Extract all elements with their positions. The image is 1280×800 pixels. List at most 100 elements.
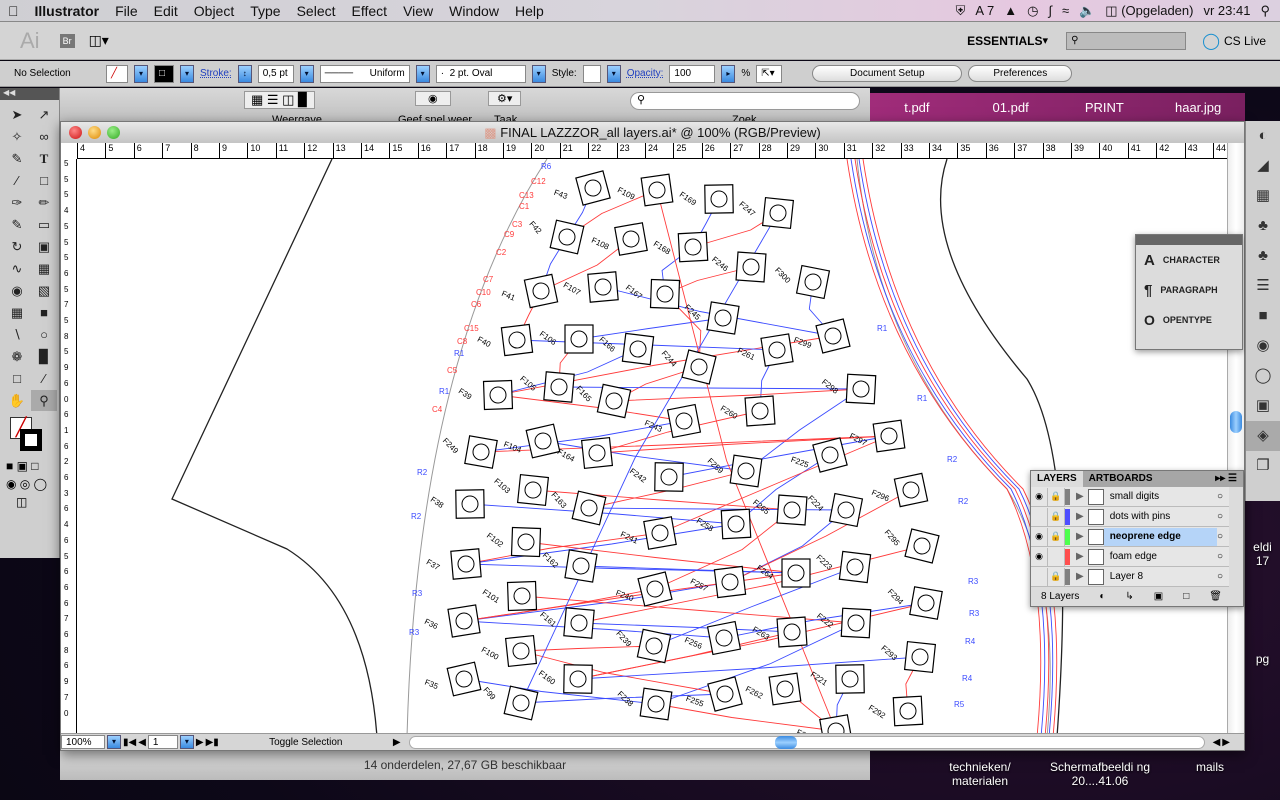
lock-toggle[interactable]: 🔒 [1048,487,1065,506]
style-dropdown[interactable]: ▾ [606,64,621,83]
status-menu-arrow[interactable]: ▶ [393,737,401,748]
locate-object-icon[interactable]: ◐ [1099,591,1105,602]
tab-print[interactable]: PRINT [1058,100,1152,115]
tab-haar[interactable]: haar.jpg [1151,100,1245,115]
finder-search-input[interactable]: ⚲ [630,92,860,110]
tab-layers[interactable]: LAYERS [1031,471,1083,487]
stroke-panel-icon[interactable]: ☰ [1246,271,1280,301]
fill-dropdown[interactable]: ▾ [134,64,148,83]
fill-stroke-swatches[interactable]: ╱ [6,415,53,459]
symbol-sprayer-tool-icon[interactable]: ❁ [4,346,30,367]
expand-arrow-icon[interactable]: ▶ [1076,531,1084,542]
mesh-tool-icon[interactable]: ▦ [4,302,30,323]
column-graph-tool-icon[interactable]: ▉ [31,346,57,367]
fill-swatch[interactable]: ╱ [106,64,128,83]
target-icon[interactable]: ○ [1217,571,1223,582]
tab-01pdf[interactable]: 01.pdf [964,100,1058,115]
menu-select[interactable]: Select [289,3,344,19]
menu-object[interactable]: Object [186,3,242,19]
eyedropper-tool-icon[interactable]: ∖ [4,324,30,345]
volume-icon[interactable]: 🔈 [1079,3,1095,19]
clock[interactable]: vr 23:41 [1203,3,1250,18]
layer-row[interactable]: ◉ 🔒 ▶ small digits ○ [1031,487,1229,507]
cs-live-button[interactable]: CS Live [1224,34,1266,48]
stroke-dropdown[interactable]: ▾ [180,64,194,83]
hand-tool-icon[interactable]: ✋ [4,390,30,411]
blend-tool-icon[interactable]: ○ [31,324,57,345]
artboard-canvas[interactable]: F43 F109 F169 F247 F42 F108 F168 F246 F300 F41 F10… [77,159,1227,733]
tab-tpdf[interactable]: t.pdf [870,100,964,115]
menu-window[interactable]: Window [441,3,507,19]
color-mode-buttons[interactable]: ■ ▣ □ [0,459,59,473]
spotlight-icon[interactable]: ⚲ [1260,3,1270,19]
status-text[interactable]: Toggle Selection [221,737,391,748]
layer-row[interactable]: 🔒 ▶ dots with pins ○ [1031,507,1229,527]
layer-row[interactable]: ◉ 🔒 ▶ neoprene edge ○ [1031,527,1229,547]
opacity-input[interactable]: 100 [669,64,716,83]
graphic-style-swatch[interactable] [582,64,601,83]
make-clipping-mask-icon[interactable]: ↳ [1125,591,1133,602]
first-artboard-button[interactable]: ▮◀ [123,737,136,748]
panel-header[interactable] [1136,235,1242,245]
slice-tool-icon[interactable]: ∕ [31,368,57,389]
prev-artboard-button[interactable]: ◀ [138,737,146,748]
magic-wand-tool-icon[interactable]: ✧ [4,126,30,147]
workspace-switcher[interactable]: ESSENTIALS [967,34,1042,48]
type-tool-icon[interactable]: T [31,148,57,169]
drive-icon[interactable]: ▲ [1004,3,1017,18]
layer-name[interactable]: Layer 8 [1104,568,1217,586]
stroke-swatch[interactable]: □ [154,64,174,83]
bluetooth-icon[interactable]: ∫ [1048,3,1052,18]
help-search-input[interactable]: ⚲ [1066,31,1187,50]
lock-toggle[interactable]: 🔒 [1048,527,1065,546]
expand-arrow-icon[interactable]: ▶ [1076,511,1084,522]
opentype-button[interactable]: O OPENTYPE [1136,305,1242,335]
view-buttons[interactable]: ▦ ☰ ◫ ▉ [244,91,316,109]
gradient-tool-icon[interactable]: ■ [31,302,57,323]
visibility-toggle[interactable]: ◉ [1031,487,1048,506]
vertical-ruler[interactable]: 5 5 5 4 5 5 5 6 5 7 5 8 5 9 6 0 6 1 6 2 6 3 6 4 6 5 6 6 6 7 6 8 6 9 7 0 [61,159,77,733]
menu-edit[interactable]: Edit [146,3,186,19]
vertical-scroll-thumb[interactable] [1230,411,1242,433]
menu-effect[interactable]: Effect [344,3,396,19]
scale-tool-icon[interactable]: ▣ [31,236,57,257]
expand-arrow-icon[interactable]: ▶ [1076,571,1084,582]
next-artboard-button[interactable]: ▶ [196,737,204,748]
desktop-icon-label[interactable]: pg [1245,652,1280,666]
draw-mode-buttons[interactable]: ◉ ◎ ◯ [0,477,59,491]
action-button[interactable]: ⚙▾ [488,91,522,106]
perspective-grid-tool-icon[interactable]: ▧ [31,280,57,301]
vertical-scrollbar[interactable] [1227,143,1244,733]
transparency-panel-icon[interactable]: ◉ [1246,331,1280,361]
line-tool-icon[interactable]: ∕ [4,170,30,191]
eraser-tool-icon[interactable]: ▭ [31,214,57,235]
wifi-icon[interactable]: ≈ [1062,3,1069,18]
visibility-toggle[interactable] [1031,507,1048,526]
zoom-button[interactable] [107,126,120,139]
swatches-icon[interactable]: ▦ [1246,181,1280,211]
blob-brush-tool-icon[interactable]: ✎ [4,214,30,235]
pencil-tool-icon[interactable]: ✏ [31,192,57,213]
character-button[interactable]: A CHARACTER [1136,245,1242,275]
lasso-tool-icon[interactable]: ∞ [31,126,57,147]
target-icon[interactable]: ○ [1217,551,1223,562]
variable-width-profile[interactable]: ──── Uniform [319,64,410,83]
expand-arrow-icon[interactable]: ▶ [1076,551,1084,562]
artboard-number-input[interactable]: 1 [147,735,178,749]
shape-builder-tool-icon[interactable]: ◉ [4,280,30,301]
new-layer-icon[interactable]: □ [1183,591,1189,602]
panel-menu-icon[interactable]: ▸▸ ☰ [1209,471,1243,487]
zoom-level-input[interactable]: 100% [61,735,105,749]
last-artboard-button[interactable]: ▶▮ [206,737,219,748]
warp-tool-icon[interactable]: ∿ [4,258,30,279]
graphic-styles-icon[interactable]: ▣ [1246,391,1280,421]
minimize-button[interactable] [88,126,101,139]
lock-toggle[interactable]: 🔒 [1048,567,1065,586]
desktop-icon-technieken[interactable]: technieken/ materialen [935,760,1025,788]
rectangle-tool-icon[interactable]: □ [31,170,57,191]
layer-name[interactable]: neoprene edge [1103,527,1217,546]
color-guide-icon[interactable]: ◢ [1246,151,1280,181]
paragraph-button[interactable]: ¶ PARAGRAPH [1136,275,1242,305]
symbols-icon[interactable]: ♣ [1246,241,1280,271]
preferences-button[interactable]: Preferences [968,65,1073,82]
